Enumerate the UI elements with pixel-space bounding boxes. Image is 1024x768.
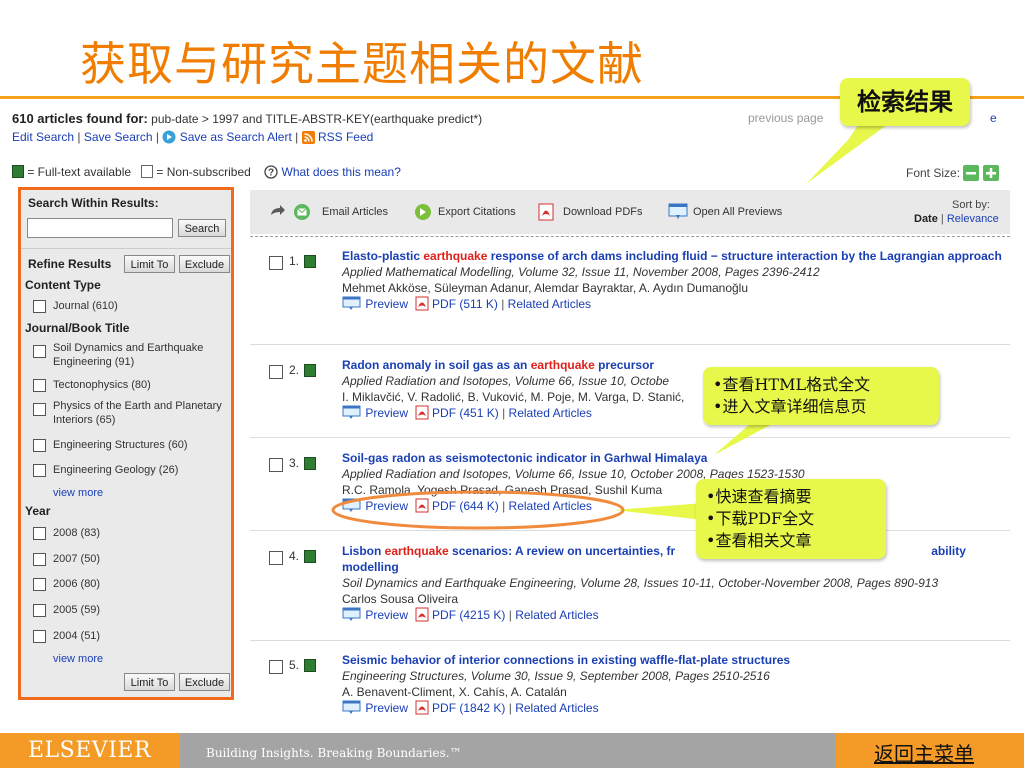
footer-tagline: Building Insights. Breaking Boundaries.™	[206, 746, 462, 760]
callout-line: •查看相关文章	[706, 531, 812, 550]
callout-line: •进入文章详细信息页	[713, 397, 867, 416]
search-results-callout: 检索结果	[840, 78, 970, 126]
html-fulltext-callout: •查看HTML格式全文 •进入文章详细信息页	[703, 367, 939, 425]
elsevier-logo: ELSEVIER	[28, 738, 152, 763]
callout-pointer	[614, 503, 704, 520]
callout-line: •查看HTML格式全文	[713, 375, 871, 394]
callout-line: •下载PDF全文	[706, 509, 815, 528]
highlight-ellipse	[331, 490, 625, 530]
back-to-main-menu-link[interactable]: 返回主菜单	[874, 738, 974, 767]
callout-line: •快速查看摘要	[706, 487, 812, 506]
preview-callout: •快速查看摘要 •下载PDF全文 •查看相关文章	[696, 479, 886, 559]
